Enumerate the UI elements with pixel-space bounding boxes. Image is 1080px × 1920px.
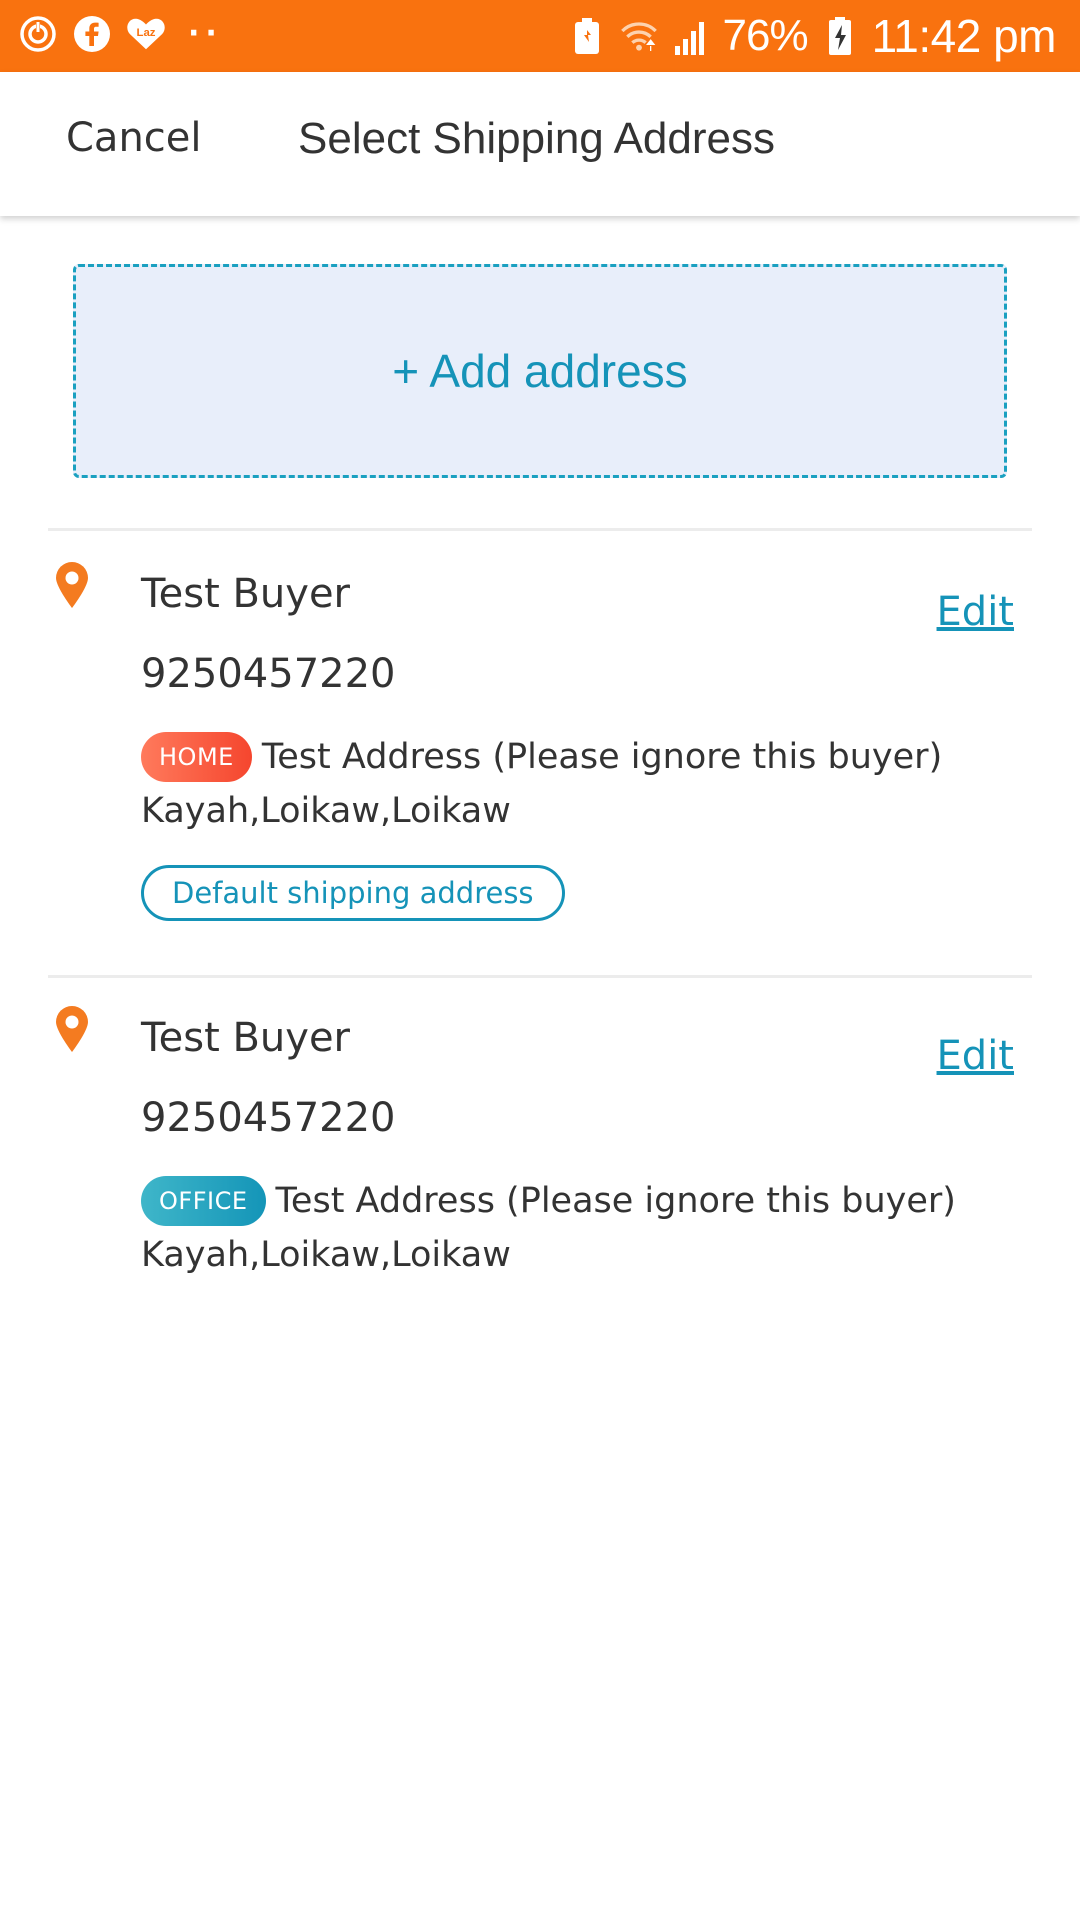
status-bar: Laz ·· 76% 11:42 pm	[0, 0, 1080, 72]
signal-icon	[671, 16, 711, 56]
default-shipping-badge: Default shipping address	[141, 865, 565, 921]
recipient-name: Test Buyer	[141, 571, 351, 617]
app-header: Cancel Select Shipping Address	[0, 72, 1080, 216]
edit-address-link[interactable]: Edit	[937, 589, 1014, 635]
clock: 11:42 pm	[871, 10, 1057, 62]
add-address-label: + Add address	[392, 345, 688, 397]
status-bar-left: Laz ··	[18, 14, 223, 54]
facebook-icon	[72, 14, 112, 54]
address-tag-office: OFFICE	[141, 1176, 266, 1226]
address-tag-home: HOME	[141, 732, 252, 782]
recipient-phone: 9250457220	[141, 1095, 396, 1141]
battery-percent: 76%	[722, 11, 809, 60]
power-icon	[18, 14, 58, 54]
page-title: Select Shipping Address	[298, 114, 775, 163]
address-line: HOME Test Address (Please ignore this bu…	[141, 731, 942, 783]
edit-address-link[interactable]: Edit	[937, 1033, 1014, 1079]
location-pin-icon	[54, 561, 90, 609]
add-address-button[interactable]: + Add address	[73, 264, 1007, 478]
recipient-name: Test Buyer	[141, 1015, 351, 1061]
battery-charging-icon	[820, 16, 860, 56]
wifi-icon	[619, 16, 659, 56]
status-bar-right: 76% 11:42 pm	[567, 8, 1057, 64]
address-card[interactable]: Test Buyer 9250457220 Edit OFFICE Test A…	[0, 975, 1080, 1315]
address-region: Kayah,Loikaw,Loikaw	[141, 1235, 511, 1275]
address-street: Test Address (Please ignore this buyer)	[261, 737, 943, 777]
address-region: Kayah,Loikaw,Loikaw	[141, 791, 511, 831]
recipient-phone: 9250457220	[141, 651, 396, 697]
address-card[interactable]: Test Buyer 9250457220 Edit HOME Test Add…	[0, 531, 1080, 975]
cancel-button[interactable]: Cancel	[66, 115, 202, 161]
svg-text:Laz: Laz	[136, 27, 155, 39]
lazada-heart-icon: Laz	[126, 14, 166, 54]
notification-dots: ··	[188, 16, 223, 51]
location-pin-icon	[54, 1005, 90, 1053]
address-line: OFFICE Test Address (Please ignore this …	[141, 1175, 956, 1227]
address-street: Test Address (Please ignore this buyer)	[275, 1181, 956, 1221]
battery-saver-icon	[567, 16, 607, 56]
